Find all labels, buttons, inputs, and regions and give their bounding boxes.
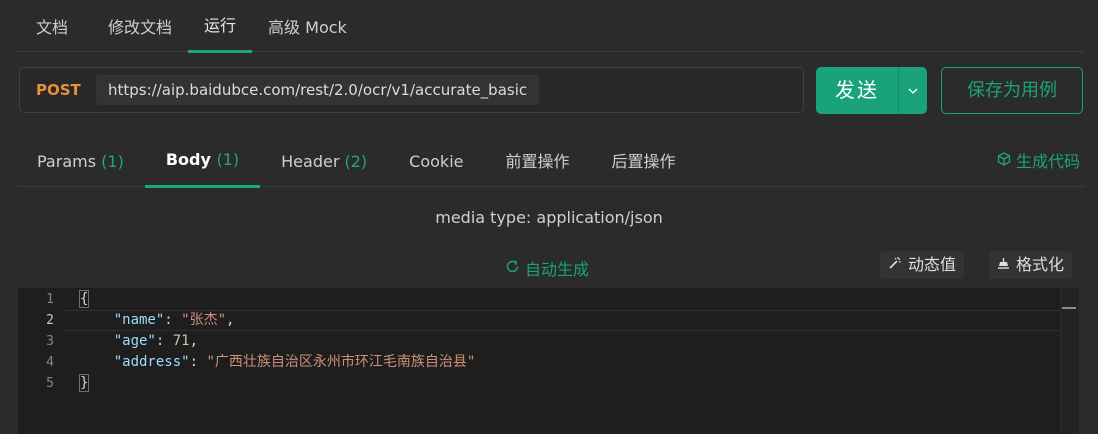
tab-header-label: Header [281,152,340,171]
json-key: "age" [113,333,156,349]
generate-code-button[interactable]: 生成代码 [997,148,1080,172]
media-type-label: media type: application/json [435,208,663,227]
auto-generate-button[interactable]: 自动生成 [505,256,589,280]
line-number: 5 [46,376,54,391]
http-method-selector[interactable]: POST [20,81,96,99]
tab-post-operations[interactable]: 后置操作 [591,134,697,187]
editor-scrollbar[interactable] [1060,288,1077,434]
refresh-icon [505,259,520,278]
dynamic-value-label: 动态值 [908,255,957,274]
line-number: 1 [46,292,54,307]
save-as-case-button[interactable]: 保存为用例 [941,67,1083,114]
tab-params-label: Params [37,152,97,171]
send-button[interactable]: 发送 [816,67,898,114]
line-number: 3 [46,334,54,349]
tab-pre-operations[interactable]: 前置操作 [484,134,590,187]
auto-generate-label: 自动生成 [525,260,590,279]
dynamic-value-button[interactable]: 动态值 [880,251,965,279]
json-string-value: "广西壮族自治区永州市环江毛南族自治县" [206,354,476,370]
code-line: { [78,289,90,310]
tab-params-count: (1) [101,152,124,171]
code-line: } [78,373,90,394]
json-key: "name" [113,312,165,328]
url-input[interactable]: https://aip.baidubce.com/rest/2.0/ocr/v1… [96,75,540,105]
generate-code-label: 生成代码 [1015,152,1080,171]
tab-edit-docs[interactable]: 修改文档 [92,0,188,52]
scrollbar-position-marker [1062,307,1076,309]
api-debug-panel: 文档 修改文档 运行 高级 Mock POST https://aip.baid… [0,0,1098,434]
tab-cookie[interactable]: Cookie [388,134,484,187]
format-button[interactable]: 格式化 [989,251,1073,279]
code-line: "age": 71, [113,333,199,349]
code-line: "name": "张杰", [113,312,235,328]
json-body-editor[interactable]: 1 2 3 4 5 { "name": "张杰", "age": 71, "ad… [18,288,1078,434]
open-brace: { [78,290,90,308]
send-button-group: 发送 [816,67,927,114]
json-key: "address" [113,354,190,370]
cube-icon [997,151,1011,170]
tab-body-label: Body [165,150,211,169]
magic-wand-icon [888,251,902,279]
json-number-value: 71 [172,333,190,349]
line-number: 4 [46,355,54,370]
line-number-gutter: 1 2 3 4 5 [18,288,64,434]
request-url-bar: POST https://aip.baidubce.com/rest/2.0/o… [19,67,804,113]
format-icon [997,251,1010,279]
tab-run[interactable]: 运行 [188,0,253,53]
chevron-down-icon[interactable] [899,67,927,114]
tab-post-operations-label: 后置操作 [611,152,676,171]
code-line: "address": "广西壮族自治区永州市环江毛南族自治县" [113,354,476,370]
tab-header-count: (2) [344,152,368,171]
format-label: 格式化 [1016,255,1065,274]
tab-body-count: (1) [216,150,240,169]
top-tab-bar: 文档 修改文档 运行 高级 Mock [18,0,1085,53]
close-brace: } [78,374,90,392]
tab-advanced-mock[interactable]: 高级 Mock [252,0,363,52]
tab-docs[interactable]: 文档 [18,0,92,52]
line-number: 2 [46,313,54,328]
request-section-tabs: Params (1) Body (1) Header (2) Cookie 前置… [18,134,1085,188]
json-string-value: "张杰" [181,312,227,328]
tab-pre-operations-label: 前置操作 [505,152,570,171]
tab-cookie-label: Cookie [409,152,464,171]
tab-body[interactable]: Body (1) [144,134,261,188]
tab-params[interactable]: Params (1) [18,134,145,187]
tab-header[interactable]: Header (2) [260,134,388,187]
